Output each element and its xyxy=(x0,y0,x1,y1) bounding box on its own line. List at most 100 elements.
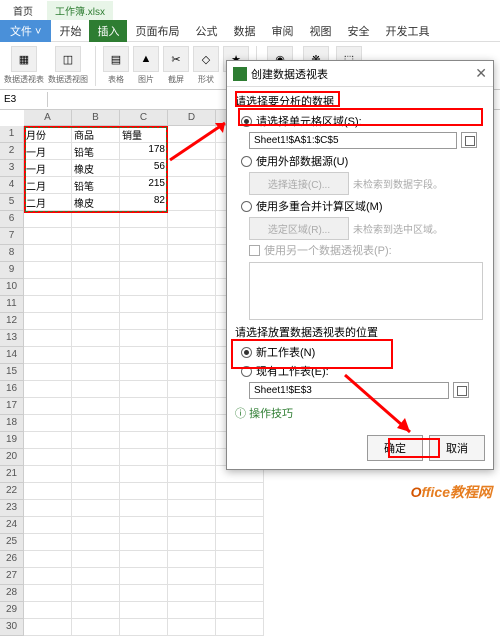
cell[interactable]: 56 xyxy=(120,160,168,177)
cell[interactable] xyxy=(72,602,120,619)
cell[interactable] xyxy=(168,551,216,568)
row-header[interactable]: 17 xyxy=(0,398,24,415)
cell[interactable] xyxy=(168,585,216,602)
row-header[interactable]: 8 xyxy=(0,245,24,262)
cell[interactable]: 82 xyxy=(120,194,168,211)
cell[interactable] xyxy=(72,449,120,466)
cell[interactable] xyxy=(216,602,264,619)
cell[interactable] xyxy=(24,211,72,228)
cell[interactable] xyxy=(120,466,168,483)
tab-workbook[interactable]: 工作簿.xlsx xyxy=(47,1,113,20)
cell[interactable] xyxy=(168,568,216,585)
cell[interactable] xyxy=(24,245,72,262)
cell[interactable] xyxy=(120,449,168,466)
cell[interactable] xyxy=(24,228,72,245)
cell[interactable] xyxy=(24,483,72,500)
cell[interactable] xyxy=(216,483,264,500)
cell[interactable] xyxy=(72,551,120,568)
cell[interactable] xyxy=(168,143,216,160)
row-header[interactable]: 14 xyxy=(0,347,24,364)
radio-select-range[interactable]: 请选择单元格区域(S): xyxy=(241,113,485,129)
cell[interactable] xyxy=(72,398,120,415)
cell[interactable] xyxy=(72,296,120,313)
menu-view[interactable]: 视图 xyxy=(301,20,339,42)
cell[interactable] xyxy=(24,517,72,534)
cell[interactable]: 一月 xyxy=(24,160,72,177)
cell[interactable] xyxy=(168,449,216,466)
cell[interactable] xyxy=(120,619,168,636)
close-icon[interactable]: ✕ xyxy=(475,65,487,82)
cell[interactable] xyxy=(72,585,120,602)
menu-layout[interactable]: 页面布局 xyxy=(127,20,187,42)
range-input[interactable] xyxy=(249,132,457,149)
cell[interactable] xyxy=(72,568,120,585)
cell[interactable]: 215 xyxy=(120,177,168,194)
cell[interactable]: 铅笔 xyxy=(72,177,120,194)
row-header[interactable]: 24 xyxy=(0,517,24,534)
ribbon-pivotchart[interactable]: ◫数据透视图 xyxy=(48,46,88,85)
radio-existing[interactable]: 现有工作表(E): xyxy=(241,363,485,379)
cell[interactable] xyxy=(168,262,216,279)
cell[interactable]: 商品 xyxy=(72,126,120,143)
cell[interactable] xyxy=(72,381,120,398)
col-a[interactable]: A xyxy=(24,110,72,126)
cancel-button[interactable]: 取消 xyxy=(429,435,485,461)
cell[interactable] xyxy=(24,568,72,585)
cell[interactable] xyxy=(120,262,168,279)
row-header[interactable]: 22 xyxy=(0,483,24,500)
tab-home[interactable]: 首页 xyxy=(5,1,41,20)
row-header[interactable]: 30 xyxy=(0,619,24,636)
cell[interactable] xyxy=(120,381,168,398)
cell[interactable]: 178 xyxy=(120,143,168,160)
row-header[interactable]: 6 xyxy=(0,211,24,228)
cell[interactable] xyxy=(168,619,216,636)
row-header[interactable]: 7 xyxy=(0,228,24,245)
cell[interactable] xyxy=(120,483,168,500)
ribbon-screenshot[interactable]: ✂截屏 xyxy=(163,46,189,85)
cell[interactable] xyxy=(24,585,72,602)
cell[interactable] xyxy=(168,483,216,500)
cell[interactable] xyxy=(216,551,264,568)
cell[interactable] xyxy=(120,585,168,602)
cell[interactable] xyxy=(24,381,72,398)
cell[interactable] xyxy=(120,551,168,568)
cell[interactable] xyxy=(168,415,216,432)
menu-file[interactable]: 文件 ˅ xyxy=(0,20,51,42)
row-header[interactable]: 11 xyxy=(0,296,24,313)
cell[interactable] xyxy=(24,262,72,279)
cell[interactable] xyxy=(168,279,216,296)
cell[interactable] xyxy=(168,177,216,194)
cell[interactable] xyxy=(168,517,216,534)
ribbon-pivot[interactable]: ▦数据透视表 xyxy=(4,46,44,85)
range-picker-icon[interactable] xyxy=(461,132,477,148)
cell[interactable] xyxy=(168,228,216,245)
tips-link[interactable]: 操作技巧 xyxy=(249,408,293,420)
cell[interactable] xyxy=(24,347,72,364)
row-header[interactable]: 15 xyxy=(0,364,24,381)
cell[interactable] xyxy=(24,296,72,313)
cell[interactable] xyxy=(216,619,264,636)
cell[interactable] xyxy=(24,619,72,636)
cell[interactable] xyxy=(216,568,264,585)
row-header[interactable]: 21 xyxy=(0,466,24,483)
row-header[interactable]: 27 xyxy=(0,568,24,585)
cell[interactable] xyxy=(120,228,168,245)
cell[interactable] xyxy=(72,483,120,500)
cell[interactable] xyxy=(120,211,168,228)
cell[interactable] xyxy=(72,619,120,636)
cell[interactable] xyxy=(120,500,168,517)
cell[interactable] xyxy=(120,534,168,551)
cell[interactable] xyxy=(24,398,72,415)
cell[interactable] xyxy=(72,279,120,296)
cell[interactable] xyxy=(24,330,72,347)
cell[interactable] xyxy=(120,313,168,330)
cell[interactable] xyxy=(72,415,120,432)
cell[interactable] xyxy=(72,228,120,245)
row-header[interactable]: 3 xyxy=(0,160,24,177)
cell[interactable] xyxy=(168,534,216,551)
menu-insert[interactable]: 插入 xyxy=(89,20,127,42)
ribbon-shapes[interactable]: ◇形状 xyxy=(193,46,219,85)
name-box[interactable]: E3 xyxy=(0,92,48,107)
menu-formula[interactable]: 公式 xyxy=(187,20,225,42)
cell[interactable] xyxy=(216,517,264,534)
